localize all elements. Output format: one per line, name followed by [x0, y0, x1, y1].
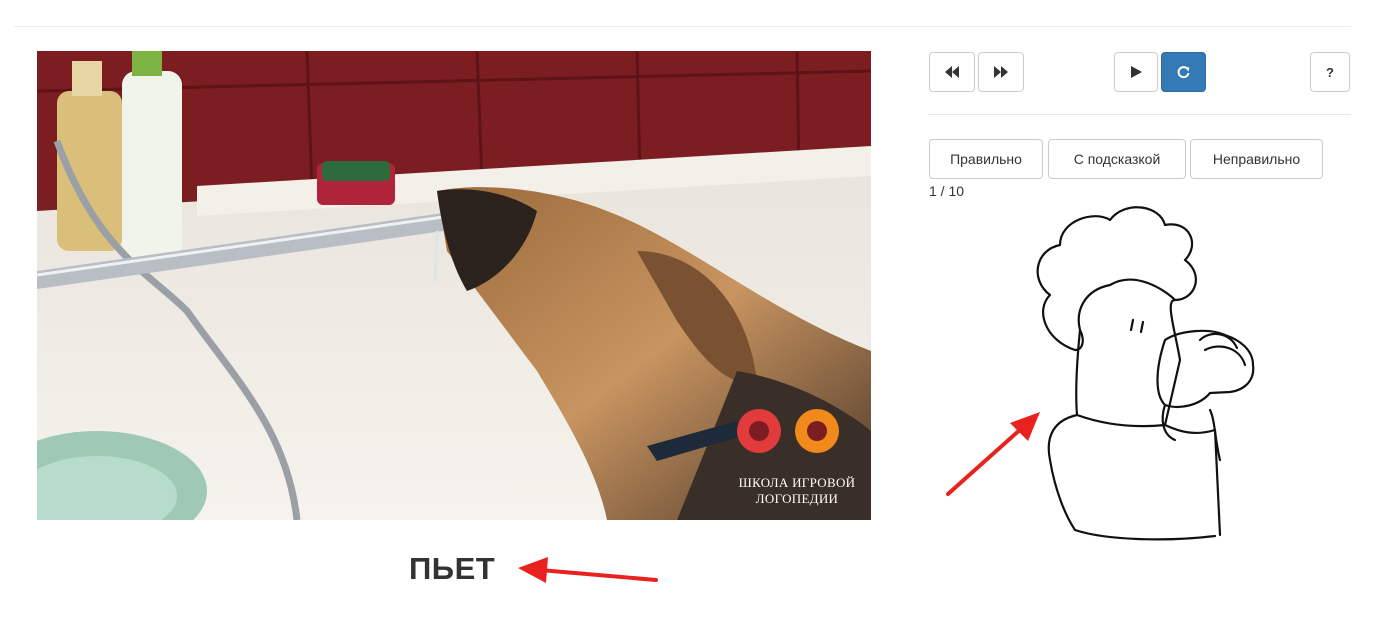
wrong-button[interactable]: Неправильно [1190, 139, 1323, 179]
video-player[interactable]: ШКОЛА ИГРОВОЙ ЛОГОПЕДИИ [37, 51, 871, 520]
arrow-to-caption [518, 557, 658, 583]
rewind-button[interactable] [929, 52, 975, 92]
fast-forward-icon [994, 66, 1008, 78]
progress-counter: 1 / 10 [929, 183, 965, 199]
top-divider [14, 26, 1351, 27]
correct-button[interactable]: Правильно [929, 139, 1043, 179]
fast-forward-button[interactable] [978, 52, 1024, 92]
hint-button[interactable]: С подсказкой [1048, 139, 1186, 179]
video-frame-image: ШКОЛА ИГРОВОЙ ЛОГОПЕДИИ [37, 51, 871, 520]
repeat-button[interactable] [1161, 52, 1206, 92]
word-caption: ПЬЕТ [409, 551, 496, 586]
repeat-icon [1177, 65, 1190, 78]
play-icon [1130, 66, 1142, 78]
watermark-line-1: ШКОЛА ИГРОВОЙ [739, 475, 856, 490]
rewind-icon [945, 66, 959, 78]
controls-divider [928, 114, 1351, 115]
play-button[interactable] [1114, 52, 1158, 92]
help-button[interactable]: ? [1310, 52, 1350, 92]
drinking-person-illustration [1036, 206, 1255, 541]
watermark-line-2: ЛОГОПЕДИИ [756, 491, 838, 506]
